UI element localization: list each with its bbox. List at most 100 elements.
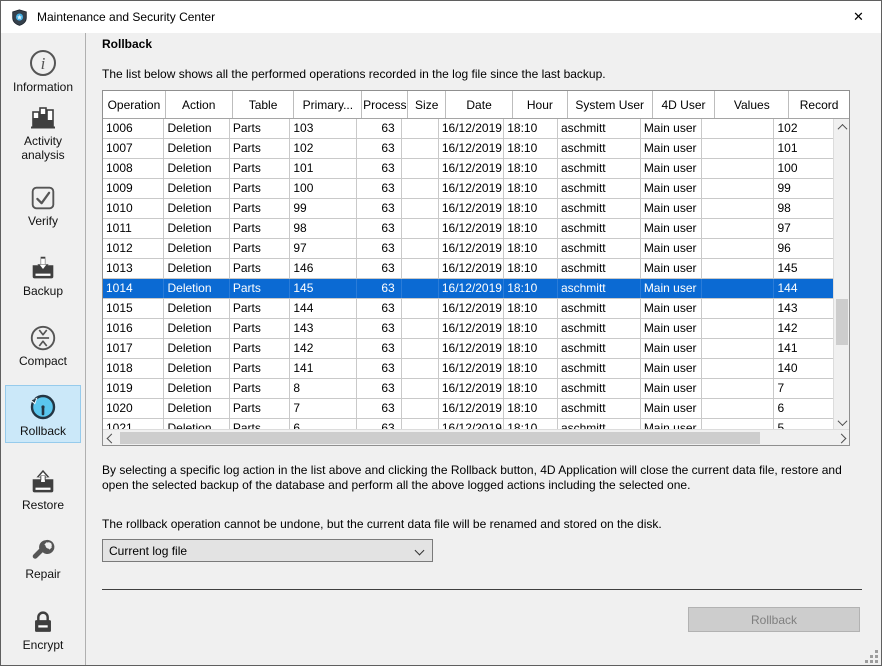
log-table-body: 1006DeletionParts1036316/12/201918:10asc… (103, 119, 833, 430)
rollback-button[interactable]: Rollback (688, 607, 860, 632)
table-cell: 18:10 (504, 179, 558, 198)
table-cell: Deletion (164, 119, 229, 138)
table-cell: 16/12/2019 (439, 359, 504, 378)
table-row[interactable]: 1019DeletionParts86316/12/201918:10aschm… (103, 379, 833, 399)
table-cell: 63 (357, 359, 402, 378)
table-cell: Deletion (164, 379, 229, 398)
table-row[interactable]: 1009DeletionParts1006316/12/201918:10asc… (103, 179, 833, 199)
table-cell: 96 (774, 239, 833, 258)
log-file-select[interactable]: Current log file (102, 539, 433, 562)
sidebar-item-rollback[interactable]: Rollback (5, 385, 81, 443)
sidebar-item-label: Compact (19, 354, 67, 368)
horizontal-scroll-thumb[interactable] (120, 432, 760, 444)
table-row[interactable]: 1017DeletionParts1426316/12/201918:10asc… (103, 339, 833, 359)
column-header[interactable]: Table (233, 91, 295, 118)
sidebar-item-activity-analysis[interactable]: Activity analysis (4, 101, 82, 162)
table-cell: Deletion (164, 339, 229, 358)
sidebar-item-label: Activity analysis (21, 134, 64, 162)
sidebar-item-label: Repair (25, 567, 60, 581)
table-cell: 1016 (103, 319, 164, 338)
column-header[interactable]: Record (789, 91, 849, 118)
table-cell (702, 179, 774, 198)
table-cell (402, 199, 439, 218)
sidebar-item-backup[interactable]: Backup (4, 253, 82, 298)
table-cell: Deletion (164, 179, 229, 198)
table-cell: Parts (230, 399, 291, 418)
sidebar-item-repair[interactable]: Repair (4, 536, 82, 581)
sidebar-item-restore[interactable]: Restore (4, 467, 82, 512)
table-cell: 18:10 (504, 219, 558, 238)
table-row[interactable]: 1010DeletionParts996316/12/201918:10asch… (103, 199, 833, 219)
sidebar-item-label: Information (13, 80, 73, 94)
column-header[interactable]: Action (166, 91, 233, 118)
table-cell: 18:10 (504, 239, 558, 258)
table-cell (702, 299, 774, 318)
column-header[interactable]: Size (408, 91, 446, 118)
table-row[interactable]: 1012DeletionParts976316/12/201918:10asch… (103, 239, 833, 259)
table-cell: 63 (357, 139, 402, 158)
sidebar-item-label: Rollback (20, 424, 66, 438)
table-row[interactable]: 1007DeletionParts1026316/12/201918:10asc… (103, 139, 833, 159)
table-cell: 63 (357, 239, 402, 258)
table-cell: 1020 (103, 399, 164, 418)
svg-text:i: i (41, 54, 46, 73)
column-header[interactable]: Date (446, 91, 513, 118)
table-cell: 100 (290, 179, 356, 198)
column-header[interactable]: 4D User (653, 91, 716, 118)
resize-grip[interactable] (866, 650, 878, 662)
table-row[interactable]: 1016DeletionParts1436316/12/201918:10asc… (103, 319, 833, 339)
scroll-down-icon[interactable] (834, 414, 850, 430)
table-cell: Deletion (164, 219, 229, 238)
column-header[interactable]: Values (715, 91, 789, 118)
sidebar-item-compact[interactable]: Compact (4, 323, 82, 368)
table-cell (402, 359, 439, 378)
scroll-up-icon[interactable] (834, 119, 850, 135)
table-cell: 144 (290, 299, 356, 318)
backup-icon (28, 253, 58, 283)
table-row[interactable]: 1020DeletionParts76316/12/201918:10aschm… (103, 399, 833, 419)
sidebar-item-verify[interactable]: Verify (4, 183, 82, 228)
column-header[interactable]: Process (362, 91, 408, 118)
table-row[interactable]: 1018DeletionParts1416316/12/201918:10asc… (103, 359, 833, 379)
scroll-left-icon[interactable] (103, 430, 119, 446)
table-cell: Parts (230, 359, 291, 378)
close-icon[interactable]: ✕ (836, 1, 881, 32)
column-header[interactable]: Primary... (294, 91, 362, 118)
sidebar-item-information[interactable]: i Information (4, 47, 82, 94)
sidebar-item-encrypt[interactable]: Encrypt (4, 607, 82, 652)
table-cell: 63 (357, 179, 402, 198)
verify-check-icon (28, 183, 58, 213)
table-cell: Main user (641, 279, 702, 298)
rollback-warning: The rollback operation cannot be undone,… (102, 517, 854, 531)
table-row[interactable]: 1006DeletionParts1036316/12/201918:10asc… (103, 119, 833, 139)
vertical-scroll-thumb[interactable] (836, 299, 848, 345)
table-cell: 1015 (103, 299, 164, 318)
table-row[interactable]: 1008DeletionParts1016316/12/201918:10asc… (103, 159, 833, 179)
table-cell: 16/12/2019 (439, 319, 504, 338)
column-header[interactable]: System User (568, 91, 653, 118)
scroll-right-icon[interactable] (833, 430, 849, 446)
horizontal-scrollbar[interactable] (103, 429, 849, 445)
table-cell: Main user (641, 319, 702, 338)
table-cell: Deletion (164, 399, 229, 418)
column-header[interactable]: Hour (513, 91, 568, 118)
table-cell: 18:10 (504, 299, 558, 318)
table-cell (402, 399, 439, 418)
table-cell: 1006 (103, 119, 164, 138)
column-header[interactable]: Operation (103, 91, 166, 118)
table-cell: Main user (641, 179, 702, 198)
table-cell: 1011 (103, 219, 164, 238)
table-row[interactable]: 1015DeletionParts1446316/12/201918:10asc… (103, 299, 833, 319)
table-row[interactable]: 1013DeletionParts1466316/12/201918:10asc… (103, 259, 833, 279)
table-cell: 63 (357, 399, 402, 418)
table-cell: Parts (230, 119, 291, 138)
table-cell: Parts (230, 179, 291, 198)
intro-text: The list below shows all the performed o… (102, 67, 606, 81)
vertical-scrollbar[interactable] (833, 119, 849, 430)
table-cell: 101 (290, 159, 356, 178)
table-row[interactable]: 1014DeletionParts1456316/12/201918:10asc… (103, 279, 833, 299)
table-cell (702, 219, 774, 238)
table-row[interactable]: 1011DeletionParts986316/12/201918:10asch… (103, 219, 833, 239)
table-cell: 102 (290, 139, 356, 158)
table-cell: 143 (290, 319, 356, 338)
